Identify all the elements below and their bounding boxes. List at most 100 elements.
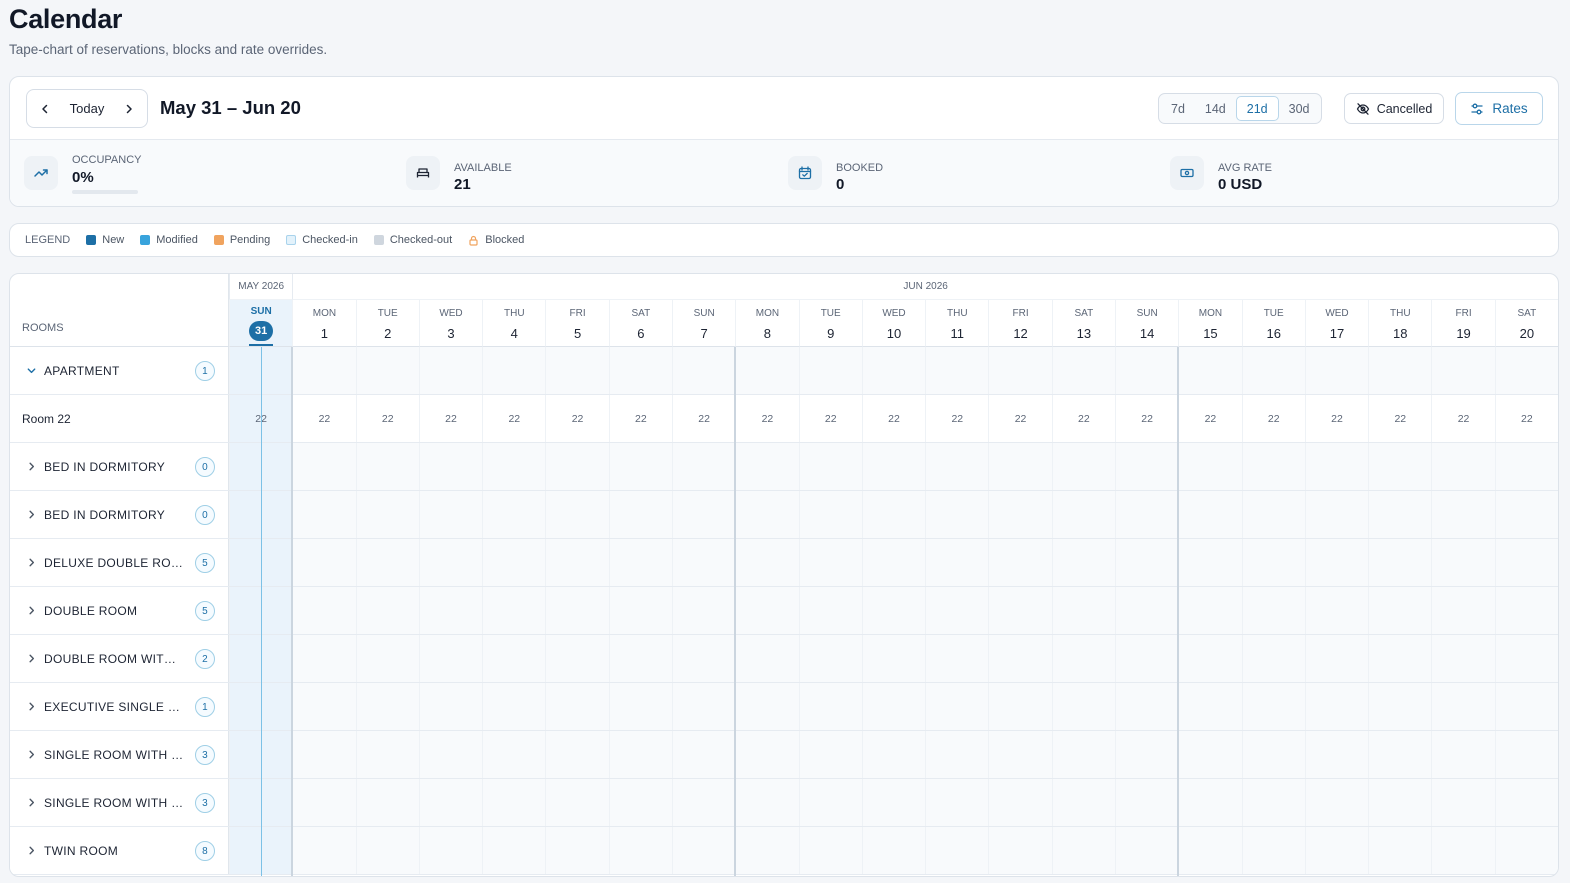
day-header-15[interactable]: MON 15 bbox=[1178, 300, 1242, 347]
day-cell[interactable] bbox=[1304, 827, 1368, 874]
day-cell[interactable] bbox=[292, 539, 355, 586]
day-cell[interactable] bbox=[861, 491, 925, 538]
day-cell[interactable] bbox=[608, 347, 672, 394]
day-cell[interactable] bbox=[1241, 827, 1305, 874]
day-cell[interactable] bbox=[1241, 347, 1305, 394]
day-cell[interactable] bbox=[1178, 443, 1241, 490]
availability-cell[interactable]: 22 bbox=[925, 395, 988, 442]
day-header-17[interactable]: WED 17 bbox=[1304, 300, 1369, 347]
day-cell[interactable] bbox=[292, 491, 355, 538]
day-cell[interactable] bbox=[861, 683, 925, 730]
span-option-21d[interactable]: 21d bbox=[1235, 96, 1279, 121]
day-cell[interactable] bbox=[988, 635, 1051, 682]
day-cell[interactable] bbox=[1431, 491, 1494, 538]
day-cell[interactable] bbox=[672, 443, 735, 490]
day-cell[interactable] bbox=[355, 731, 419, 778]
day-cell[interactable] bbox=[608, 827, 672, 874]
day-cell[interactable] bbox=[1241, 443, 1305, 490]
day-cell[interactable] bbox=[355, 443, 419, 490]
day-cell[interactable] bbox=[1241, 683, 1305, 730]
day-cell[interactable] bbox=[418, 347, 482, 394]
day-cell[interactable] bbox=[355, 635, 419, 682]
span-option-7d[interactable]: 7d bbox=[1161, 96, 1195, 121]
day-cell[interactable] bbox=[355, 539, 419, 586]
day-cell[interactable] bbox=[608, 683, 672, 730]
day-cell[interactable] bbox=[482, 587, 545, 634]
day-cell[interactable] bbox=[798, 635, 862, 682]
day-cell[interactable] bbox=[292, 827, 355, 874]
day-header-1[interactable]: MON 1 bbox=[292, 300, 356, 347]
day-cell[interactable] bbox=[1304, 491, 1368, 538]
day-cell[interactable] bbox=[1494, 635, 1558, 682]
room-type-label[interactable]: SINGLE ROOM WITH CIT... 3 bbox=[10, 731, 229, 778]
day-cell[interactable] bbox=[1431, 683, 1494, 730]
day-header-13[interactable]: SAT 13 bbox=[1051, 300, 1115, 347]
day-cell[interactable] bbox=[861, 779, 925, 826]
day-cell[interactable] bbox=[988, 731, 1051, 778]
availability-cell[interactable]: 22 bbox=[1241, 395, 1305, 442]
day-cell[interactable] bbox=[545, 827, 608, 874]
day-cell[interactable] bbox=[988, 443, 1051, 490]
day-cell[interactable] bbox=[672, 347, 735, 394]
day-cell[interactable] bbox=[988, 827, 1051, 874]
chevron-right-icon[interactable] bbox=[24, 749, 38, 760]
day-cell[interactable] bbox=[545, 731, 608, 778]
day-cell[interactable] bbox=[1431, 347, 1494, 394]
day-cell[interactable] bbox=[798, 347, 862, 394]
day-header-2[interactable]: TUE 2 bbox=[355, 300, 419, 347]
day-cell[interactable] bbox=[1051, 491, 1115, 538]
day-cell[interactable] bbox=[1051, 779, 1115, 826]
availability-cell[interactable]: 22 bbox=[672, 395, 735, 442]
day-cell[interactable] bbox=[735, 827, 798, 874]
availability-cell[interactable]: 22 bbox=[355, 395, 419, 442]
day-cell[interactable] bbox=[1494, 347, 1558, 394]
day-cell[interactable] bbox=[1431, 443, 1494, 490]
day-cell[interactable] bbox=[292, 683, 355, 730]
day-header-31[interactable]: SUN 31 bbox=[229, 300, 293, 347]
room-type-label[interactable]: APARTMENT 1 bbox=[10, 347, 229, 394]
day-cell[interactable] bbox=[1304, 731, 1368, 778]
day-cell[interactable] bbox=[1431, 731, 1494, 778]
day-cell[interactable] bbox=[1494, 779, 1558, 826]
day-cell[interactable] bbox=[355, 347, 419, 394]
day-cell[interactable] bbox=[925, 587, 988, 634]
day-cell[interactable] bbox=[1051, 587, 1115, 634]
day-cell[interactable] bbox=[545, 491, 608, 538]
day-cell[interactable] bbox=[482, 683, 545, 730]
day-cell[interactable] bbox=[798, 683, 862, 730]
availability-cell[interactable]: 22 bbox=[1431, 395, 1494, 442]
chevron-right-icon[interactable] bbox=[24, 701, 38, 712]
day-cell[interactable] bbox=[608, 779, 672, 826]
day-cell[interactable] bbox=[1178, 491, 1241, 538]
day-header-5[interactable]: FRI 5 bbox=[545, 300, 609, 347]
day-cell[interactable] bbox=[1494, 587, 1558, 634]
day-cell[interactable] bbox=[292, 443, 355, 490]
day-cell[interactable] bbox=[925, 347, 988, 394]
span-option-14d[interactable]: 14d bbox=[1195, 96, 1236, 121]
day-cell[interactable] bbox=[1178, 731, 1241, 778]
availability-cell[interactable]: 22 bbox=[988, 395, 1051, 442]
day-cell[interactable] bbox=[1241, 587, 1305, 634]
day-header-6[interactable]: SAT 6 bbox=[608, 300, 672, 347]
day-cell[interactable] bbox=[925, 779, 988, 826]
day-cell[interactable] bbox=[1368, 827, 1431, 874]
chevron-down-icon[interactable] bbox=[24, 365, 38, 376]
day-cell[interactable] bbox=[798, 491, 862, 538]
day-cell[interactable] bbox=[1051, 347, 1115, 394]
day-cell[interactable] bbox=[735, 587, 798, 634]
day-cell[interactable] bbox=[861, 827, 925, 874]
day-cell[interactable] bbox=[861, 635, 925, 682]
day-cell[interactable] bbox=[798, 779, 862, 826]
day-cell[interactable] bbox=[1241, 779, 1305, 826]
day-cell[interactable] bbox=[735, 683, 798, 730]
day-cell[interactable] bbox=[672, 539, 735, 586]
day-cell[interactable] bbox=[925, 539, 988, 586]
day-cell[interactable] bbox=[672, 635, 735, 682]
day-cell[interactable] bbox=[1368, 779, 1431, 826]
day-cell[interactable] bbox=[1115, 539, 1178, 586]
availability-cell[interactable]: 22 bbox=[1494, 395, 1558, 442]
room-type-label[interactable]: TWIN ROOM 8 bbox=[10, 827, 229, 874]
day-cell[interactable] bbox=[672, 827, 735, 874]
day-cell[interactable] bbox=[418, 827, 482, 874]
day-cell[interactable] bbox=[672, 587, 735, 634]
